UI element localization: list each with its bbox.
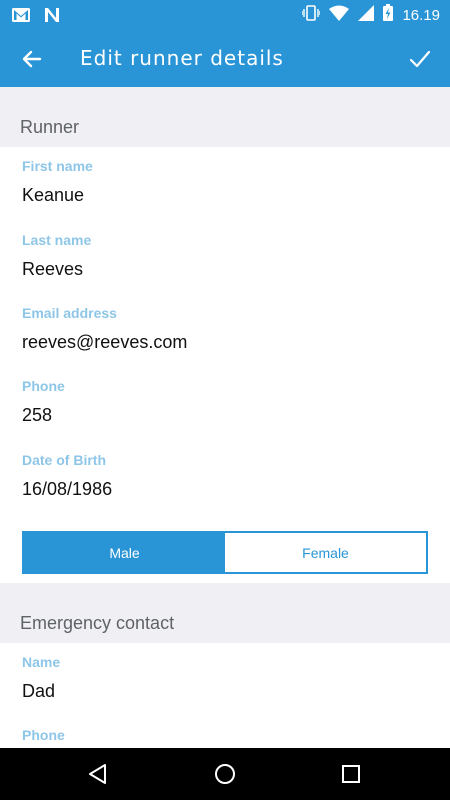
arrow-left-icon[interactable] [18,45,46,73]
phone-field[interactable]: 258 [22,405,52,426]
emergency-phone-label: Phone [22,727,65,743]
wifi-icon [329,5,350,26]
phone-label: Phone [22,378,65,394]
last-name-label: Last name [22,232,92,248]
gmail-icon [12,8,30,27]
email-field[interactable]: reeves@reeves.com [22,332,187,353]
first-name-field[interactable]: Keanue [22,185,84,206]
n-notification-icon [44,7,60,28]
vibrate-icon [301,4,322,26]
runner-card [0,147,450,583]
status-time: 16.19 [402,6,440,24]
battery-charging-icon [383,4,394,26]
last-name-field[interactable]: Reeves [22,259,83,280]
dob-field[interactable]: 16/08/1986 [22,479,112,500]
dob-label: Date of Birth [22,452,106,468]
page-title: Edit runner details [80,46,284,70]
navigation-bar [0,748,450,800]
emergency-name-label: Name [22,654,61,670]
emergency-card [0,643,450,748]
status-bar: 16.19 [0,0,450,30]
runner-section-header: Runner [0,87,450,147]
gender-female-button[interactable]: Female [225,533,426,572]
emergency-section-header: Emergency contact [0,583,450,643]
first-name-label: First name [22,158,93,174]
recents-square-icon[interactable] [338,761,364,787]
section-title-emergency: Emergency contact [20,613,175,633]
emergency-name-field[interactable]: Dad [22,681,55,702]
app-bar: Edit runner details [0,30,450,87]
check-icon[interactable] [406,45,434,73]
email-label: Email address [22,305,117,321]
back-triangle-icon[interactable] [85,761,111,787]
gender-male-button[interactable]: Male [24,533,225,572]
home-circle-icon[interactable] [212,761,238,787]
section-title-runner: Runner [20,117,80,137]
signal-icon [358,4,375,26]
gender-toggle: Male Female [22,531,428,574]
